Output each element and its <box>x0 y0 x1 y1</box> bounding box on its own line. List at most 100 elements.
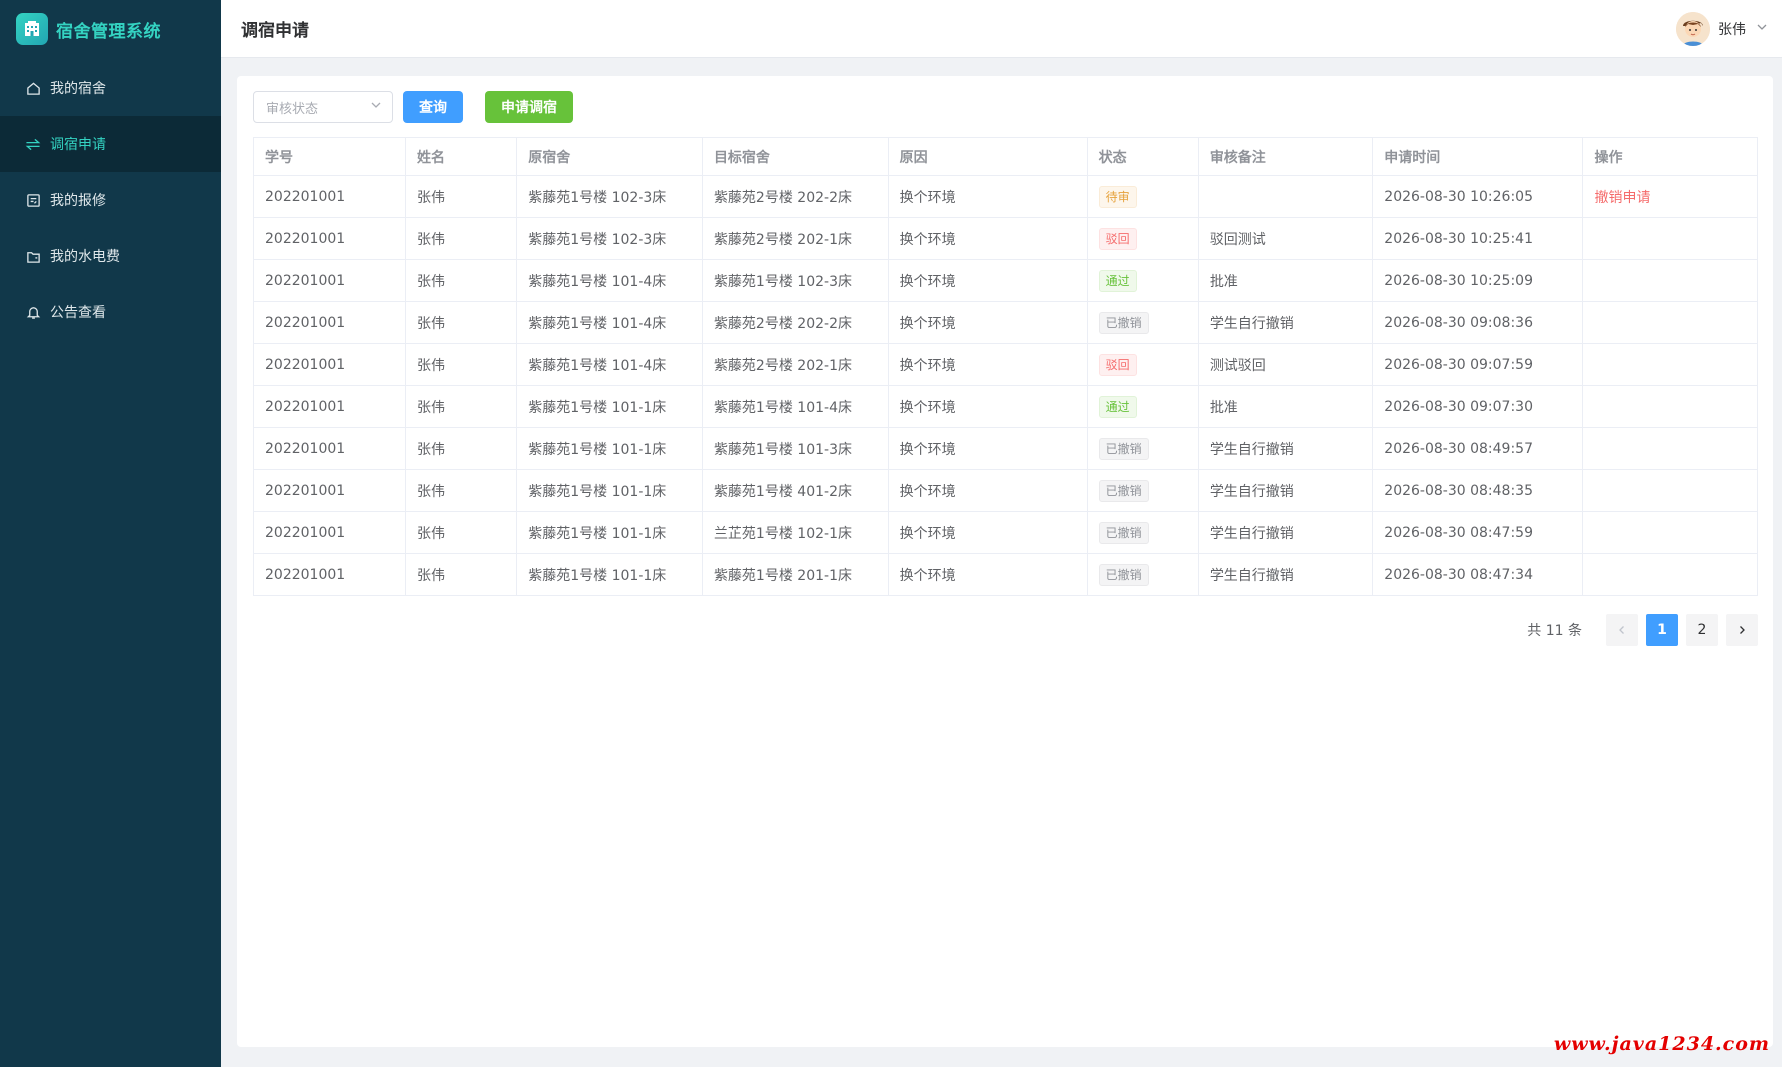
cell-status: 通过 <box>1086 259 1199 302</box>
user-menu[interactable]: 张伟 <box>1676 12 1768 46</box>
table-row: 202201001 张伟 紫藤苑1号楼 101-1床 紫藤苑1号楼 201-1床 换个环… <box>252 553 1758 596</box>
page-title: 调宿申请 <box>241 21 309 41</box>
building-icon <box>16 13 48 45</box>
cell-name: 张伟 <box>405 385 518 428</box>
sidebar-item-transfer-request[interactable]: 调宿申请 <box>0 116 221 172</box>
status-filter-placeholder: 审核状态 <box>266 101 319 117</box>
cell-status: 已撤销 <box>1086 553 1199 596</box>
sidebar-item-utility-bill[interactable]: 我的水电费 <box>0 228 221 284</box>
cell-remark: 学生自行撤销 <box>1197 301 1374 344</box>
cell-reason: 换个环境 <box>887 259 1088 302</box>
cell-apply-time: 2026-08-30 10:25:09 <box>1372 259 1584 302</box>
cell-reason: 换个环境 <box>887 343 1088 386</box>
page-button[interactable]: 1 <box>1646 614 1678 646</box>
cell-remark <box>1197 175 1374 218</box>
table-row: 202201001 张伟 紫藤苑1号楼 101-4床 紫藤苑2号楼 202-2床 换个环… <box>252 301 1758 344</box>
next-page-button[interactable] <box>1726 614 1758 646</box>
table-row: 202201001 张伟 紫藤苑1号楼 101-1床 兰芷苑1号楼 102-1床 换个环… <box>252 511 1758 554</box>
cell-target-dorm: 紫藤苑2号楼 202-2床 <box>701 175 889 218</box>
cell-from-dorm: 紫藤苑1号楼 101-4床 <box>516 259 703 302</box>
cell-remark: 学生自行撤销 <box>1197 427 1374 470</box>
cell-reason: 换个环境 <box>887 217 1088 260</box>
cell-remark: 批准 <box>1197 385 1374 428</box>
cell-apply-time: 2026-08-30 08:48:35 <box>1372 469 1584 512</box>
cell-target-dorm: 紫藤苑1号楼 201-1床 <box>701 553 889 596</box>
avatar <box>1676 12 1710 46</box>
sidebar-item-announcements[interactable]: 公告查看 <box>0 284 221 340</box>
cell-target-dorm: 紫藤苑1号楼 101-4床 <box>701 385 889 428</box>
table-body: 202201001 张伟 紫藤苑1号楼 102-3床 紫藤苑2号楼 202-2床 换个环… <box>252 175 1758 596</box>
cell-target-dorm: 紫藤苑2号楼 202-2床 <box>701 301 889 344</box>
home-icon <box>24 79 42 97</box>
cell-target-dorm: 紫藤苑1号楼 101-3床 <box>701 427 889 470</box>
cell-apply-time: 2026-08-30 10:25:41 <box>1372 217 1584 260</box>
sidebar-item-repair[interactable]: 我的报修 <box>0 172 221 228</box>
cell-from-dorm: 紫藤苑1号楼 101-1床 <box>516 427 703 470</box>
cell-status: 通过 <box>1086 385 1199 428</box>
apply-transfer-button[interactable]: 申请调宿 <box>485 91 573 123</box>
cell-action <box>1582 301 1758 344</box>
column-header: 学号 <box>252 137 407 176</box>
status-badge: 通过 <box>1098 269 1137 292</box>
filter-toolbar: 审核状态 查询 申请调宿 <box>253 91 573 123</box>
cell-student-id: 202201001 <box>252 343 407 386</box>
cell-remark: 测试驳回 <box>1197 343 1374 386</box>
cell-action <box>1582 343 1758 386</box>
cell-from-dorm: 紫藤苑1号楼 101-1床 <box>516 469 703 512</box>
cell-action <box>1582 385 1758 428</box>
column-header: 审核备注 <box>1197 137 1374 176</box>
cell-target-dorm: 紫藤苑1号楼 401-2床 <box>701 469 889 512</box>
page-button[interactable]: 2 <box>1686 614 1718 646</box>
cell-from-dorm: 紫藤苑1号楼 101-1床 <box>516 511 703 554</box>
sidebar-item-label: 我的宿舍 <box>50 81 106 97</box>
cell-apply-time: 2026-08-30 09:08:36 <box>1372 301 1584 344</box>
cancel-request-link[interactable]: 撤销申请 <box>1594 190 1650 206</box>
cell-name: 张伟 <box>405 343 518 386</box>
sidebar-item-label: 我的报修 <box>50 193 106 209</box>
cell-reason: 换个环境 <box>887 553 1088 596</box>
table-row: 202201001 张伟 紫藤苑1号楼 102-3床 紫藤苑2号楼 202-2床 换个环… <box>252 175 1758 218</box>
status-badge: 驳回 <box>1098 353 1137 376</box>
cell-apply-time: 2026-08-30 08:49:57 <box>1372 427 1584 470</box>
query-button[interactable]: 查询 <box>403 91 463 123</box>
cell-from-dorm: 紫藤苑1号楼 101-1床 <box>516 553 703 596</box>
sidebar-item-label: 调宿申请 <box>50 137 106 153</box>
cell-remark: 学生自行撤销 <box>1197 553 1374 596</box>
cell-status: 驳回 <box>1086 217 1199 260</box>
table-row: 202201001 张伟 紫藤苑1号楼 101-1床 紫藤苑1号楼 101-4床 换个环… <box>252 385 1758 428</box>
sidebar-item-my-dorm[interactable]: 我的宿舍 <box>0 60 221 116</box>
cell-student-id: 202201001 <box>252 553 407 596</box>
status-filter-select[interactable]: 审核状态 <box>253 91 393 123</box>
prev-page-button[interactable] <box>1606 614 1638 646</box>
cell-name: 张伟 <box>405 217 518 260</box>
cell-from-dorm: 紫藤苑1号楼 101-1床 <box>516 385 703 428</box>
watermark: www.java1234.com <box>1553 1033 1770 1055</box>
pagination: 共 11 条 1 2 <box>1527 614 1758 646</box>
cell-apply-time: 2026-08-30 10:26:05 <box>1372 175 1584 218</box>
cell-status: 已撤销 <box>1086 427 1199 470</box>
cell-apply-time: 2026-08-30 08:47:34 <box>1372 553 1584 596</box>
cell-status: 驳回 <box>1086 343 1199 386</box>
user-name: 张伟 <box>1718 22 1746 38</box>
cell-action <box>1582 259 1758 302</box>
chevron-down-icon <box>370 99 382 115</box>
cell-target-dorm: 紫藤苑2号楼 202-1床 <box>701 217 889 260</box>
cell-name: 张伟 <box>405 511 518 554</box>
table-row: 202201001 张伟 紫藤苑1号楼 101-4床 紫藤苑2号楼 202-1床 换个环… <box>252 343 1758 386</box>
cell-status: 已撤销 <box>1086 469 1199 512</box>
cell-from-dorm: 紫藤苑1号楼 101-4床 <box>516 301 703 344</box>
status-badge: 已撤销 <box>1098 521 1149 544</box>
status-badge: 已撤销 <box>1098 437 1149 460</box>
cell-from-dorm: 紫藤苑1号楼 102-3床 <box>516 175 703 218</box>
cell-remark: 学生自行撤销 <box>1197 511 1374 554</box>
sidebar-item-label: 我的水电费 <box>50 249 120 265</box>
status-badge: 待审 <box>1098 185 1137 208</box>
table-row: 202201001 张伟 紫藤苑1号楼 101-4床 紫藤苑1号楼 102-3床 换个环… <box>252 259 1758 302</box>
chevron-down-icon <box>1756 21 1768 37</box>
table-header-row: 学号 姓名 原宿舍 目标宿舍 原因 状态 审核备注 申请时间 操作 <box>252 137 1758 176</box>
status-badge: 已撤销 <box>1098 563 1149 586</box>
cell-target-dorm: 兰芷苑1号楼 102-1床 <box>701 511 889 554</box>
column-header: 操作 <box>1582 137 1758 176</box>
table-row: 202201001 张伟 紫藤苑1号楼 102-3床 紫藤苑2号楼 202-1床 换个环… <box>252 217 1758 260</box>
cell-apply-time: 2026-08-30 09:07:30 <box>1372 385 1584 428</box>
